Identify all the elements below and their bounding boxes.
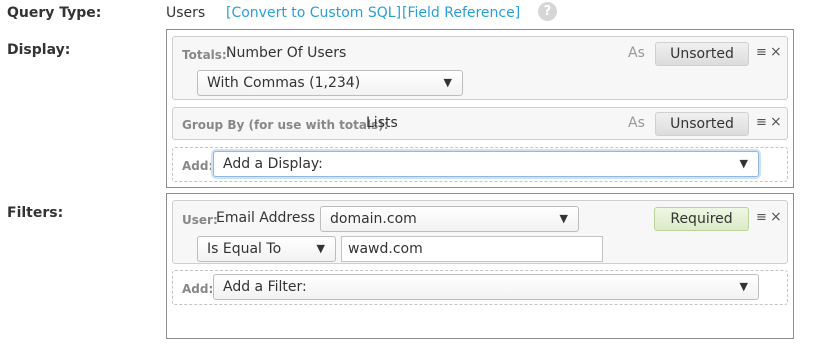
display-section: Totals: Number Of Users As Unsorted ≡ × … xyxy=(166,29,794,188)
sort-button[interactable]: Unsorted xyxy=(655,112,749,136)
add-filter-select-value: Add a Filter: xyxy=(223,279,307,295)
menu-icon[interactable]: ≡ xyxy=(756,115,767,130)
chevron-down-icon: ▼ xyxy=(443,76,452,89)
field-reference-link[interactable]: [Field Reference] xyxy=(402,5,520,21)
chevron-down-icon: ▼ xyxy=(739,157,748,170)
as-label: As xyxy=(628,45,645,61)
convert-to-sql-link[interactable]: [Convert to Custom SQL] xyxy=(226,5,401,21)
chevron-down-icon: ▼ xyxy=(316,242,325,255)
format-select-value: With Commas (1,234) xyxy=(207,75,361,91)
filter-value-input[interactable]: wawd.com xyxy=(341,236,603,262)
add-filter-select[interactable]: Add a Filter: ▼ xyxy=(213,274,759,300)
chevron-down-icon: ▼ xyxy=(559,212,568,225)
format-select[interactable]: With Commas (1,234) ▼ xyxy=(197,70,463,96)
menu-icon[interactable]: ≡ xyxy=(756,45,767,60)
help-icon[interactable]: ? xyxy=(538,2,557,21)
add-display-key: Add: xyxy=(182,159,214,173)
groupby-key: Group By (for use with totals): xyxy=(182,118,389,132)
filter-field-select[interactable]: domain.com ▼ xyxy=(320,206,579,232)
operator-select[interactable]: Is Equal To ▼ xyxy=(197,236,336,262)
filters-label: Filters: xyxy=(7,205,64,221)
totals-key: Totals: xyxy=(182,48,227,62)
close-icon[interactable]: × xyxy=(770,114,782,130)
close-icon[interactable]: × xyxy=(770,209,782,225)
display-item-totals: Totals: Number Of Users As Unsorted ≡ × … xyxy=(172,36,788,100)
display-item-groupby: Group By (for use with totals): Lists As… xyxy=(172,107,788,140)
filter-item-email: User: Email Address domain.com ▼ Require… xyxy=(172,200,788,264)
filter-field-select-value: domain.com xyxy=(330,211,417,227)
chevron-down-icon: ▼ xyxy=(739,280,748,293)
display-label: Display: xyxy=(7,42,71,58)
add-filter-row: Add: Add a Filter: ▼ xyxy=(172,270,788,305)
close-icon[interactable]: × xyxy=(770,44,782,60)
sort-button[interactable]: Unsorted xyxy=(655,42,749,66)
required-button[interactable]: Required xyxy=(654,207,749,231)
add-filter-key: Add: xyxy=(182,282,214,296)
as-label: As xyxy=(628,115,645,131)
add-display-row: Add: Add a Display: ▼ xyxy=(172,147,788,182)
filters-section: User: Email Address domain.com ▼ Require… xyxy=(166,193,794,339)
filter-field-title: Email Address xyxy=(216,210,316,226)
operator-select-value: Is Equal To xyxy=(207,241,282,257)
add-display-select-value: Add a Display: xyxy=(223,156,323,172)
menu-icon[interactable]: ≡ xyxy=(756,210,767,225)
groupby-title: Lists xyxy=(366,115,398,131)
query-type-value: Users xyxy=(166,5,206,21)
query-type-label: Query Type: xyxy=(7,5,102,21)
totals-title: Number Of Users xyxy=(226,45,347,61)
add-display-select[interactable]: Add a Display: ▼ xyxy=(213,151,759,177)
user-key: User: xyxy=(182,213,218,227)
